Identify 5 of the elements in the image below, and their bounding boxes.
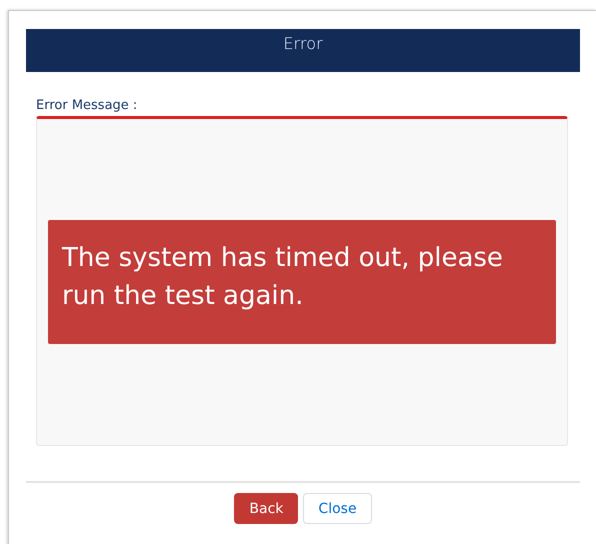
error-message: The system has timed out, please run the test again. (48, 220, 556, 344)
dialog-title: Error (26, 29, 580, 72)
back-button[interactable]: Back (234, 493, 298, 524)
close-button[interactable]: Close (303, 493, 372, 524)
field-label: Error Message : (36, 98, 138, 115)
